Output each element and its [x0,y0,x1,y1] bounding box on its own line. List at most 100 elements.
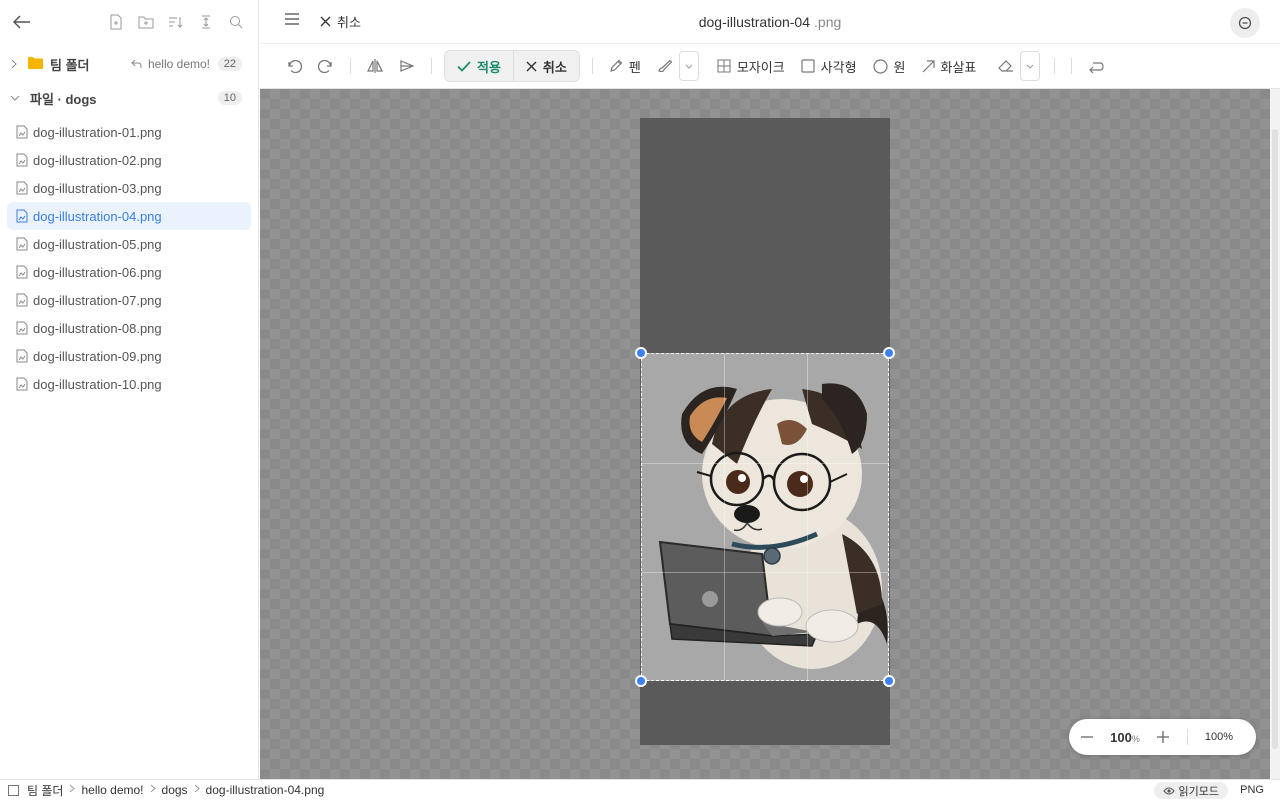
files-section-row[interactable]: 파일 · dogs 10 [0,84,258,112]
cancel-label: 취소 [542,59,567,75]
file-item[interactable]: dog-illustration-03.png [7,174,251,202]
close-icon [526,61,537,71]
rectangle-label: 사각형 [820,59,857,75]
flip-horizontal-icon [367,59,383,73]
file-name: dog-illustration-09.png [33,348,162,364]
check-icon [457,60,471,72]
file-name: dog-illustration-05.png [33,236,162,252]
file-format: PNG [1240,784,1264,796]
file-item[interactable]: dog-illustration-04.png [7,202,251,230]
edit-toolbar: 적용 취소 펜 모자이크 사각형 원 화살표 [260,44,1280,89]
chevron-right-icon [150,784,156,796]
recent-item[interactable]: hello demo! [131,57,210,71]
zoom-value[interactable]: 100% [1105,730,1145,745]
file-item[interactable]: dog-illustration-06.png [7,258,251,286]
file-item[interactable]: dog-illustration-01.png [7,118,251,146]
apply-button[interactable]: 적용 [445,51,513,81]
zoom-unit: % [1131,733,1140,744]
flip-horizontal-button[interactable] [359,51,391,81]
chevron-right-icon [194,784,200,796]
collapse-icon[interactable] [196,12,216,32]
breadcrumb-item[interactable]: dogs [162,783,188,797]
highlighter-icon [658,59,673,73]
chevron-right-icon [10,59,24,69]
image-canvas[interactable] [260,89,1270,779]
zoom-in-button[interactable] [1145,731,1181,743]
team-folder-label: 팀 폴더 [50,57,90,73]
document-ext: .png [814,14,842,30]
breadcrumb-item[interactable]: hello demo! [81,783,143,797]
image-file-icon [16,125,28,139]
arrow-button[interactable]: 화살표 [914,51,985,81]
zoom-out-button[interactable] [1069,736,1105,738]
zoom-divider [1187,729,1188,745]
toolbar-divider [350,58,351,74]
flip-vertical-icon [400,60,415,72]
arrow-label: 화살표 [940,59,977,75]
redo-icon [318,59,332,73]
file-item[interactable]: dog-illustration-08.png [7,314,251,342]
document-title: dog-illustration-04 .png [260,14,1280,30]
circle-button[interactable]: 원 [865,51,914,81]
file-item[interactable]: dog-illustration-02.png [7,146,251,174]
square-icon [8,784,19,796]
file-name: dog-illustration-07.png [33,292,162,308]
new-folder-icon[interactable] [136,12,156,32]
file-name: dog-illustration-10.png [33,376,162,392]
breadcrumb-item[interactable]: 팀 폴더 [27,782,63,799]
toolbar-divider [431,58,432,74]
file-item[interactable]: dog-illustration-05.png [7,230,251,258]
breadcrumb: 팀 폴더 hello demo! dogs dog-illustration-04.p… [27,782,324,799]
crop-handle-bottom-right[interactable] [883,675,895,687]
mosaic-label: 모자이크 [736,59,785,75]
file-name: dog-illustration-03.png [33,180,162,196]
file-list: dog-illustration-01.png dog-illustration-… [0,118,258,398]
sort-icon[interactable] [166,12,186,32]
crop-handle-bottom-left[interactable] [635,675,647,687]
team-folder-row[interactable]: 팀 폴더 hello demo! 22 [0,50,258,78]
brush-dropdown[interactable] [678,51,699,81]
file-item[interactable]: dog-illustration-10.png [7,370,251,398]
undo-icon [288,59,302,73]
eraser-dropdown[interactable] [1020,51,1041,81]
pen-button[interactable]: 펜 [601,51,649,81]
mosaic-button[interactable]: 모자이크 [709,51,793,81]
cancel-button[interactable]: 취소 [512,51,579,81]
comment-icon [1238,16,1252,30]
new-file-icon[interactable] [106,12,126,32]
crop-handle-top-left[interactable] [635,347,647,359]
dog-illustration-image [658,383,888,669]
read-mode-label: 읽기모드 [1178,785,1219,798]
comment-button[interactable] [1230,8,1260,38]
toolbar-divider [591,58,593,74]
redo-button[interactable] [310,51,342,81]
recent-item-label: hello demo! [147,57,210,71]
highlighter-button[interactable] [649,51,681,81]
file-item[interactable]: dog-illustration-07.png [7,286,251,314]
pen-icon [609,59,623,72]
crop-grid-line [807,354,808,680]
scrollbar-thumb[interactable] [1272,129,1278,749]
toolbar-divider [1054,58,1056,74]
eraser-button[interactable] [990,51,1022,81]
sidebar-header [0,0,258,44]
canvas-scrollbar[interactable] [1270,89,1280,779]
files-section-label: 파일 · dogs [30,91,97,107]
image-file-icon [16,181,28,195]
reset-button[interactable] [1080,51,1112,81]
file-item[interactable]: dog-illustration-09.png [7,342,251,370]
breadcrumb-item[interactable]: dog-illustration-04.png [206,783,325,797]
crop-selection[interactable] [641,353,889,681]
image-file-icon [16,377,28,391]
undo-button[interactable] [278,51,310,81]
crop-handle-top-right[interactable] [883,347,895,359]
zoom-reset-button[interactable]: 100% [1194,731,1244,743]
return-icon [1089,62,1105,73]
flip-vertical-button[interactable] [391,51,423,81]
rectangle-button[interactable]: 사각형 [793,51,865,81]
chevron-down-icon [10,94,24,102]
back-arrow-icon[interactable] [12,12,32,32]
read-mode-button[interactable]: 읽기모드 [1153,782,1228,799]
plus-icon [1157,731,1169,743]
search-icon[interactable] [226,12,246,32]
